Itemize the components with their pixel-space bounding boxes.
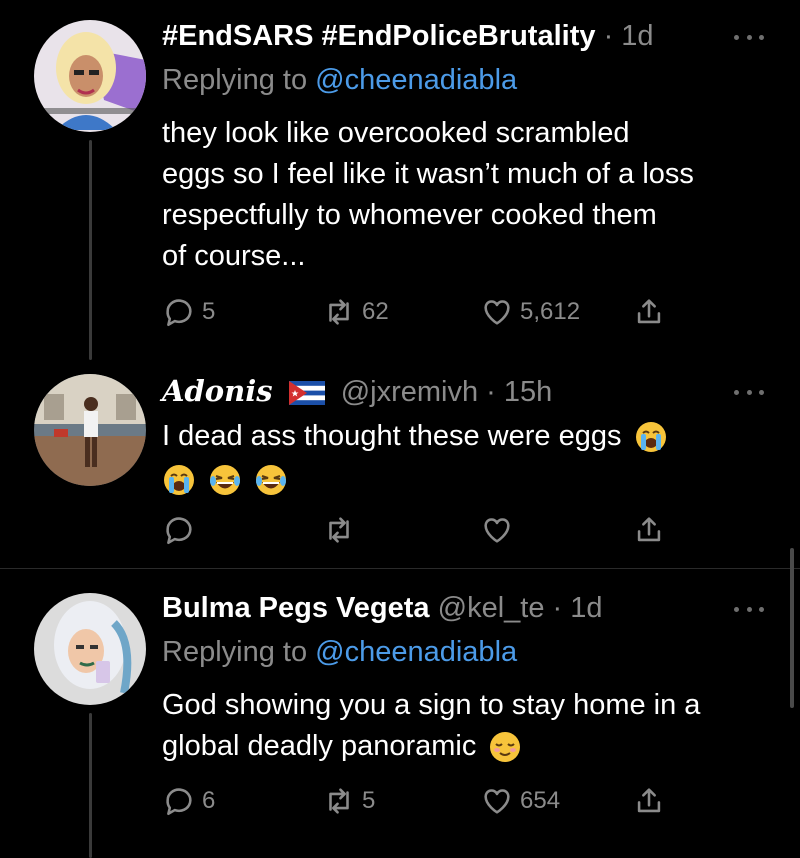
share-button[interactable] bbox=[632, 781, 666, 821]
more-options-icon[interactable] bbox=[734, 604, 764, 614]
handle[interactable]: @kel_te bbox=[438, 592, 545, 624]
thread-line bbox=[89, 140, 92, 360]
thread-line bbox=[89, 713, 92, 858]
tweet-header: Adonis @jxremivh · 15h bbox=[162, 372, 552, 411]
reply-count: 6 bbox=[202, 787, 216, 814]
like-count: 5,612 bbox=[520, 298, 581, 325]
timestamp[interactable]: 1d bbox=[570, 592, 602, 624]
tweet-3[interactable]: Bulma Pegs Vegeta @kel_te · 1d Replying … bbox=[0, 569, 800, 858]
timestamp[interactable]: 15h bbox=[504, 376, 552, 408]
retweet-icon bbox=[329, 517, 349, 543]
like-count: 654 bbox=[520, 787, 561, 814]
share-button[interactable] bbox=[632, 292, 666, 332]
relieved-face-emoji-icon bbox=[490, 732, 521, 763]
display-name[interactable]: Adonis bbox=[162, 374, 273, 408]
laughing-face-emoji-icon bbox=[256, 465, 287, 496]
avatar[interactable] bbox=[34, 374, 146, 486]
display-name[interactable]: #EndSARS #EndPoliceBrutality bbox=[162, 20, 596, 52]
like-button[interactable] bbox=[480, 510, 514, 550]
replying-prefix: Replying to bbox=[162, 64, 308, 96]
display-name[interactable]: Bulma Pegs Vegeta bbox=[162, 592, 430, 624]
more-options-icon[interactable] bbox=[734, 387, 764, 397]
reply-button[interactable]: 5 bbox=[162, 292, 215, 332]
tweet-2[interactable]: Adonis @jxremivh · 15h I dead ass though… bbox=[0, 360, 800, 568]
tweet-text-line: I dead ass thought these were eggs bbox=[162, 420, 622, 452]
tweet-text-line: of course... bbox=[162, 240, 306, 272]
action-bar bbox=[162, 510, 682, 550]
tweet-1[interactable]: #EndSARS #EndPoliceBrutality · 1d Replyi… bbox=[0, 0, 800, 360]
separator-dot: · bbox=[552, 592, 563, 624]
share-icon bbox=[637, 299, 661, 324]
avatar[interactable] bbox=[34, 593, 146, 705]
replying-prefix: Replying to bbox=[162, 636, 308, 668]
tweet-header: #EndSARS #EndPoliceBrutality · 1d bbox=[162, 17, 654, 55]
retweet-icon bbox=[329, 299, 349, 325]
separator-dot: · bbox=[603, 20, 614, 52]
tweet-text-line: respectfully to whomever cooked them bbox=[162, 199, 657, 231]
tweet-text-line: global deadly panoramic bbox=[162, 730, 477, 762]
retweet-count: 5 bbox=[362, 787, 376, 814]
timestamp[interactable]: 1d bbox=[621, 20, 653, 52]
heart-icon bbox=[484, 300, 510, 325]
heart-icon bbox=[484, 789, 510, 814]
retweet-button[interactable] bbox=[322, 510, 356, 550]
crying-face-emoji-icon bbox=[164, 465, 194, 496]
replying-to: Replying to @cheenadiabla bbox=[162, 633, 517, 671]
retweet-count: 62 bbox=[362, 298, 389, 325]
mention-link[interactable]: @cheenadiabla bbox=[315, 64, 517, 96]
replying-to: Replying to @cheenadiabla bbox=[162, 61, 517, 99]
tweet-text-line: they look like overcooked scrambled bbox=[162, 117, 630, 149]
heart-icon bbox=[484, 518, 510, 543]
reply-count: 5 bbox=[202, 298, 216, 325]
laughing-face-emoji-icon bbox=[210, 465, 241, 496]
retweet-button[interactable]: 62 bbox=[322, 292, 389, 332]
tweet-text: I dead ass thought these were eggs bbox=[162, 416, 782, 500]
handle[interactable]: @jxremivh bbox=[341, 376, 478, 408]
retweet-button[interactable]: 5 bbox=[322, 781, 375, 821]
share-icon bbox=[637, 517, 661, 542]
retweet-icon bbox=[329, 788, 349, 814]
separator-dot: · bbox=[486, 376, 496, 408]
share-icon bbox=[637, 788, 661, 813]
tweet-header: Bulma Pegs Vegeta @kel_te · 1d bbox=[162, 589, 603, 627]
reply-icon bbox=[166, 517, 192, 545]
reply-icon bbox=[166, 788, 192, 816]
reply-icon bbox=[166, 299, 192, 327]
like-button[interactable]: 654 bbox=[480, 781, 560, 821]
tweet-text-line: eggs so I feel like it wasn’t much of a … bbox=[162, 158, 694, 190]
tweet-text-line: God showing you a sign to stay home in a bbox=[162, 689, 701, 721]
avatar[interactable] bbox=[34, 20, 146, 132]
share-button[interactable] bbox=[632, 510, 666, 550]
reply-button[interactable] bbox=[162, 510, 196, 550]
scrollbar[interactable] bbox=[790, 548, 794, 708]
reply-button[interactable]: 6 bbox=[162, 781, 215, 821]
action-bar: 5 62 5,612 bbox=[162, 292, 682, 332]
crying-face-emoji-icon bbox=[635, 422, 666, 453]
action-bar: 6 5 654 bbox=[162, 781, 682, 821]
cuba-flag-icon bbox=[288, 381, 325, 406]
like-button[interactable]: 5,612 bbox=[480, 292, 580, 332]
tweet-text: God showing you a sign to stay home in a… bbox=[162, 685, 782, 767]
more-options-icon[interactable] bbox=[734, 32, 764, 42]
mention-link[interactable]: @cheenadiabla bbox=[315, 636, 517, 668]
tweet-text: they look like overcooked scrambled eggs… bbox=[162, 113, 782, 277]
